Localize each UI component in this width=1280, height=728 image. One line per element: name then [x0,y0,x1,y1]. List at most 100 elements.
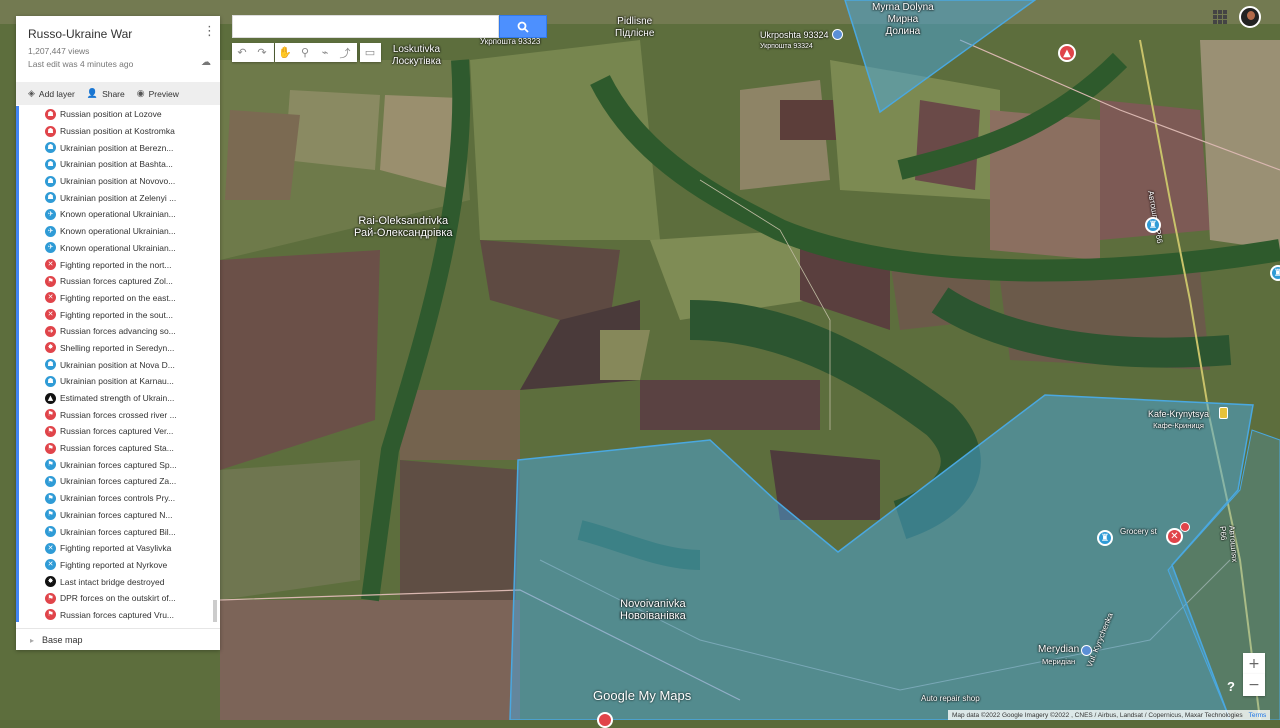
redo-icon[interactable]: ↷ [252,43,272,62]
layer-list-item[interactable]: ⚑ Ukrainian forces captured Bil... [19,523,214,540]
layer-list-item[interactable]: ⚑ Russian forces captured Zol... [19,273,214,290]
map-title[interactable]: Russo-Ukraine War [28,27,132,41]
zoom-out-button[interactable]: − [1243,674,1265,696]
layer-list-item[interactable]: ⚑ Russian forces captured Ver... [19,423,214,440]
share-button[interactable]: 👤 Share [87,89,125,99]
layer-item-label: Fighting reported at Vasylivka [60,543,172,554]
layer-list-item[interactable]: ⚑ Ukrainian forces captured N... [19,507,214,524]
layer-list-item[interactable]: ✕ Fighting reported in the nort... [19,256,214,273]
warning-marker-icon[interactable]: ▲ [1058,44,1076,62]
layer-list-item[interactable]: ⚑ Russian forces captured Sta... [19,440,214,457]
post-office-marker-icon[interactable] [832,29,843,40]
flag-icon: ⚑ [45,425,56,437]
layer-list-item[interactable]: ✈ Known operational Ukrainian... [19,240,214,257]
layer-list-item[interactable]: ✈ Known operational Ukrainian... [19,206,214,223]
layer-items-list: ☗ Russian position at Lozove ☗ Russian posi… [16,106,214,622]
layer-item-label: Russian forces captured Ver... [60,426,174,437]
crossed-swords-icon: ✕ [45,542,56,554]
undo-icon[interactable]: ↶ [232,43,252,62]
place-pidlisne: Pidlisne Підлісне [615,16,655,39]
cafe-marker-icon[interactable] [1219,407,1228,419]
layer-item-label: Known operational Ukrainian... [60,242,176,253]
flag-icon: ⚑ [45,526,56,538]
layer-list-item[interactable]: ☗ Ukrainian position at Nova D... [19,356,214,373]
layer-list-item[interactable]: ➜ Russian forces advancing so... [19,323,214,340]
last-edit-status: Last edit was 4 minutes ago [28,59,134,69]
layer-list-item[interactable]: ☗ Ukrainian position at Karnau... [19,373,214,390]
layer-list-item[interactable]: ☗ Russian position at Lozove [19,106,214,123]
list-scrollbar[interactable] [213,600,217,622]
preview-button[interactable]: ◉ Preview [137,89,179,99]
shop-marker-icon[interactable] [1180,522,1190,532]
layer-list-item[interactable]: ☗ Russian position at Kostromka [19,123,214,140]
layer-item-label: Fighting reported at Nyrkove [60,559,168,570]
route-icon[interactable]: ⤴ [335,43,355,62]
layer-list-item[interactable]: ✕ Fighting reported in the sout... [19,306,214,323]
layer-item-label: Ukrainian forces captured N... [60,509,173,520]
layer-list-item[interactable]: ⚑ Russian forces crossed river ... [19,406,214,423]
undo-redo-group: ↶ ↷ [232,43,274,62]
marker-icon[interactable]: ⚲ [295,43,315,62]
layer-item-label: Last intact bridge destroyed [60,576,165,587]
hand-icon[interactable]: ✋ [275,43,295,62]
more-options-icon[interactable]: ⋮ [203,24,216,39]
person-icon: ☗ [45,375,56,387]
layer-item-label: Russian position at Lozove [60,109,162,120]
layer-item-label: Known operational Ukrainian... [60,226,176,237]
apps-grid-icon[interactable] [1213,10,1227,24]
search-input[interactable] [232,15,499,38]
layer-item-label: Shelling reported in Seredyn... [60,342,175,353]
layer-item-label: Ukrainian position at Bashta... [60,159,173,170]
layer-item-label: Russian position at Kostromka [60,126,175,137]
help-button[interactable]: ? [1221,676,1241,696]
line-icon[interactable]: ⌁ [315,43,335,62]
view-count: 1,207,447 views [28,46,90,56]
layer-item-label: Ukrainian forces captured Za... [60,476,177,487]
layer-list-item[interactable]: ☗ Ukrainian position at Bashta... [19,156,214,173]
layer-list-item[interactable]: ✕ Fighting reported on the east... [19,290,214,307]
place-merydian: Merydian Меридіан [1038,644,1080,666]
base-map-toggle[interactable]: ▸ Base map [16,628,220,650]
place-loskutivka: Loskutivka Лоскутівка [392,44,441,67]
crossed-swords-marker-icon[interactable]: ✕ [1166,528,1183,545]
layer-item-label: Ukrainian position at Berezn... [60,142,174,153]
layer-list-item[interactable]: ✕ Fighting reported at Vasylivka [19,540,214,557]
airplane-icon: ✈ [45,225,56,237]
layers-panel: Russo-Ukraine War ⋮ 1,207,447 views Last… [16,16,220,650]
castle-marker-icon[interactable]: ♜ [1145,217,1161,233]
zoom-in-button[interactable]: + [1243,653,1265,675]
add-person-icon: 👤 [86,88,99,99]
castle-marker-icon[interactable]: ♜ [1270,265,1280,281]
layer-list-item[interactable]: ⚑ Ukrainian forces controls Pry... [19,490,214,507]
layer-list-item[interactable]: ☗ Ukrainian position at Berezn... [19,139,214,156]
layer-list-item[interactable]: ✸ Last intact bridge destroyed [19,573,214,590]
add-layer-button[interactable]: ◈ Add layer [28,89,75,99]
ruler-icon[interactable]: ▭ [360,43,380,62]
layer-list-item[interactable]: ⚑ Ukrainian forces captured Za... [19,473,214,490]
person-icon: ☗ [45,125,56,137]
layer-list-item[interactable]: ▲ Estimated strength of Ukrain... [19,390,214,407]
road-label-r66-south: Автошлях Р66 [1218,525,1240,563]
layer-list-item[interactable]: ⚑ DPR forces on the outskirt of... [19,590,214,607]
layer-item-label: Ukrainian forces controls Pry... [60,493,176,504]
poi-ukrposhta-93324: Ukrposhta 93324 Укрпошта 93324 [760,30,829,50]
layer-item-label: Fighting reported in the sout... [60,309,173,320]
map-attribution: Map data ©2022 Google Imagery ©2022 , CN… [948,710,1271,720]
layer-list-item[interactable]: ⚑ Russian forces captured Vru... [19,607,214,622]
flag-icon: ⚑ [45,459,56,471]
castle-marker-icon[interactable]: ♜ [1097,530,1113,546]
flag-icon: ⚑ [45,492,56,504]
avatar[interactable] [1239,6,1261,28]
search-button[interactable] [499,15,547,38]
layer-list-item[interactable]: ☗ Ukrainian position at Novovo... [19,173,214,190]
crossed-swords-icon: ✕ [45,559,56,571]
layer-list-item[interactable]: ⚑ Ukrainian forces captured Sp... [19,456,214,473]
layer-item-label: Ukrainian position at Novovo... [60,176,176,187]
flag-marker-icon[interactable] [597,712,613,728]
layer-list-item[interactable]: ☗ Ukrainian position at Zelenyi ... [19,189,214,206]
layer-list-item[interactable]: ✈ Known operational Ukrainian... [19,223,214,240]
terms-link[interactable]: Terms [1249,712,1267,719]
location-marker-icon[interactable] [1081,645,1092,656]
layer-list-item[interactable]: ✸ Shelling reported in Seredyn... [19,340,214,357]
layer-list-item[interactable]: ✕ Fighting reported at Nyrkove [19,557,214,574]
